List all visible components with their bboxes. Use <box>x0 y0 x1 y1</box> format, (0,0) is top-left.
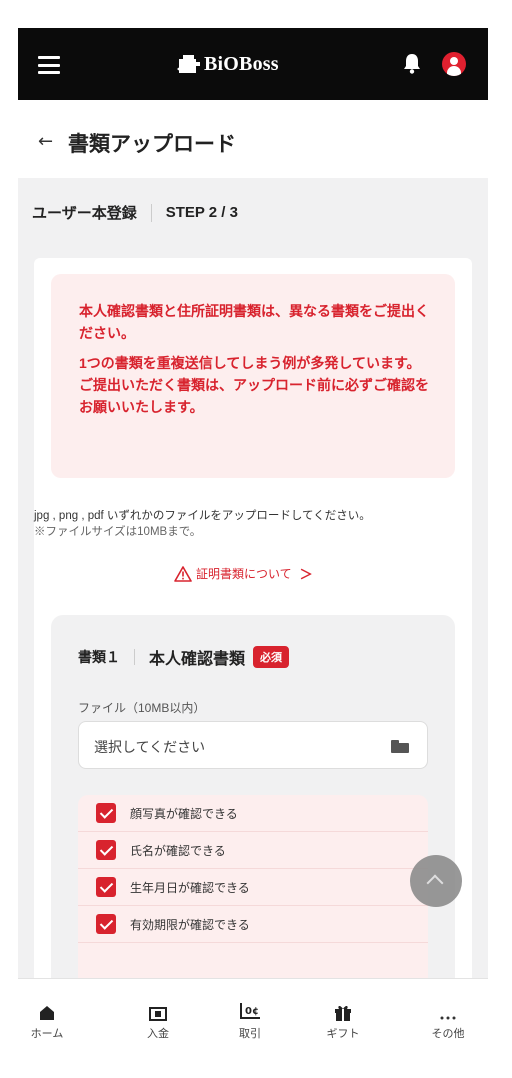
page-titlebar: ← 書類アップロード <box>18 100 488 178</box>
document-type: 本人確認書類 <box>149 651 246 668</box>
document-info-label: 証明書類について <box>196 567 292 581</box>
document-number: 書類１ <box>78 649 120 665</box>
checkbox-checked-icon[interactable] <box>96 877 116 897</box>
nav-item-gift[interactable]: ギフト <box>308 1001 378 1041</box>
nav-item-trade[interactable]: 0¢ 取引 <box>215 1001 285 1041</box>
file-placeholder: 選択してください <box>94 739 206 755</box>
warning-alert: 本人確認書類と住所証明書類は、異なる書類をご提出ください。 1つの書類を重複送信… <box>51 274 455 478</box>
alert-line-3: ご提出いただく書類は、アップロード前に必ずご確認をお願いいたします。 <box>79 377 429 415</box>
svg-text:0¢: 0¢ <box>245 1006 259 1017</box>
user-avatar-icon[interactable] <box>442 52 466 76</box>
file-info: jpg , png , pdf いずれかのファイルをアップロードしてください。 … <box>34 508 472 540</box>
bottom-navigation: ホーム 入金 0¢ 取引 ギフト その他 <box>18 978 488 1078</box>
gift-icon <box>335 1005 351 1021</box>
nav-label: 取引 <box>239 1028 261 1040</box>
chevron-right-icon: ＞ <box>299 567 313 582</box>
checklist-label: 顔写真が確認できる <box>130 806 238 821</box>
step-label: STEP 2 / 3 <box>165 204 238 221</box>
checklist-label: 生年月日が確認できる <box>130 880 250 895</box>
checklist-item[interactable]: 有効期限が確認できる <box>78 906 428 943</box>
checklist-label: 氏名が確認できる <box>130 843 226 858</box>
hamburger-icon[interactable] <box>38 56 60 74</box>
document-info-link[interactable]: 証明書類について ＞ <box>174 564 313 583</box>
scroll-to-top-button[interactable] <box>410 855 462 907</box>
more-icon <box>440 1016 456 1020</box>
nav-item-more[interactable]: その他 <box>413 1001 483 1041</box>
nav-item-home[interactable]: ホーム <box>18 1001 82 1041</box>
alert-line-2: 1つの書類を重複送信してしまう例が多発しています。 <box>79 355 421 371</box>
document-header: 書類１ 本人確認書類 必須 <box>78 645 290 669</box>
required-badge: 必須 <box>253 646 290 668</box>
deposit-icon <box>149 1007 167 1021</box>
logo-text: BiOBoss <box>204 52 279 75</box>
folder-icon[interactable] <box>391 740 409 753</box>
divider <box>134 649 135 665</box>
nav-label: その他 <box>431 1028 465 1040</box>
top-header: BiOBoss <box>18 28 488 100</box>
checkbox-checked-icon[interactable] <box>96 914 116 934</box>
logo-mark-icon <box>177 55 200 73</box>
chevron-up-icon <box>426 874 444 892</box>
file-label: ファイル（10MB以内） <box>78 701 206 715</box>
file-size-note: ※ファイルサイズは10MBまで。 <box>34 526 202 538</box>
file-select-input[interactable]: 選択してください <box>78 721 428 769</box>
trade-icon: 0¢ <box>240 1003 260 1019</box>
checklist-item[interactable]: 生年月日が確認できる <box>78 869 428 906</box>
page-title: 書類アップロード <box>68 133 236 156</box>
nav-label: ホーム <box>30 1028 64 1040</box>
checklist-item[interactable]: 顔写真が確認できる <box>78 795 428 832</box>
alert-line-1: 本人確認書類と住所証明書類は、異なる書類をご提出ください。 <box>79 303 429 341</box>
back-arrow-icon[interactable]: ← <box>38 133 53 151</box>
home-icon <box>40 1006 54 1020</box>
nav-label: ギフト <box>326 1028 360 1040</box>
checklist-item[interactable]: 氏名が確認できる <box>78 832 428 869</box>
registration-title: ユーザー本登録 <box>32 205 137 222</box>
file-format-text: jpg , png , pdf いずれかのファイルをアップロードしてください。 <box>34 510 371 522</box>
divider <box>150 203 152 222</box>
checklist-label: 有効期限が確認できる <box>130 917 250 932</box>
warning-icon <box>174 565 192 582</box>
nav-item-deposit[interactable]: 入金 <box>123 1001 193 1041</box>
upload-card: 本人確認書類と住所証明書類は、異なる書類をご提出ください。 1つの書類を重複送信… <box>34 258 472 1078</box>
step-indicator: ユーザー本登録 STEP 2 / 3 <box>32 202 238 223</box>
bell-icon[interactable] <box>402 52 422 74</box>
nav-label: 入金 <box>147 1028 169 1040</box>
main-content: ユーザー本登録 STEP 2 / 3 本人確認書類と住所証明書類は、異なる書類を… <box>18 178 488 1078</box>
checkbox-checked-icon[interactable] <box>96 840 116 860</box>
app-frame: BiOBoss ← 書類アップロード ユーザー本登録 STEP 2 / 3 本人… <box>18 28 488 1078</box>
checkbox-checked-icon[interactable] <box>96 803 116 823</box>
logo[interactable]: BiOBoss <box>176 50 279 78</box>
